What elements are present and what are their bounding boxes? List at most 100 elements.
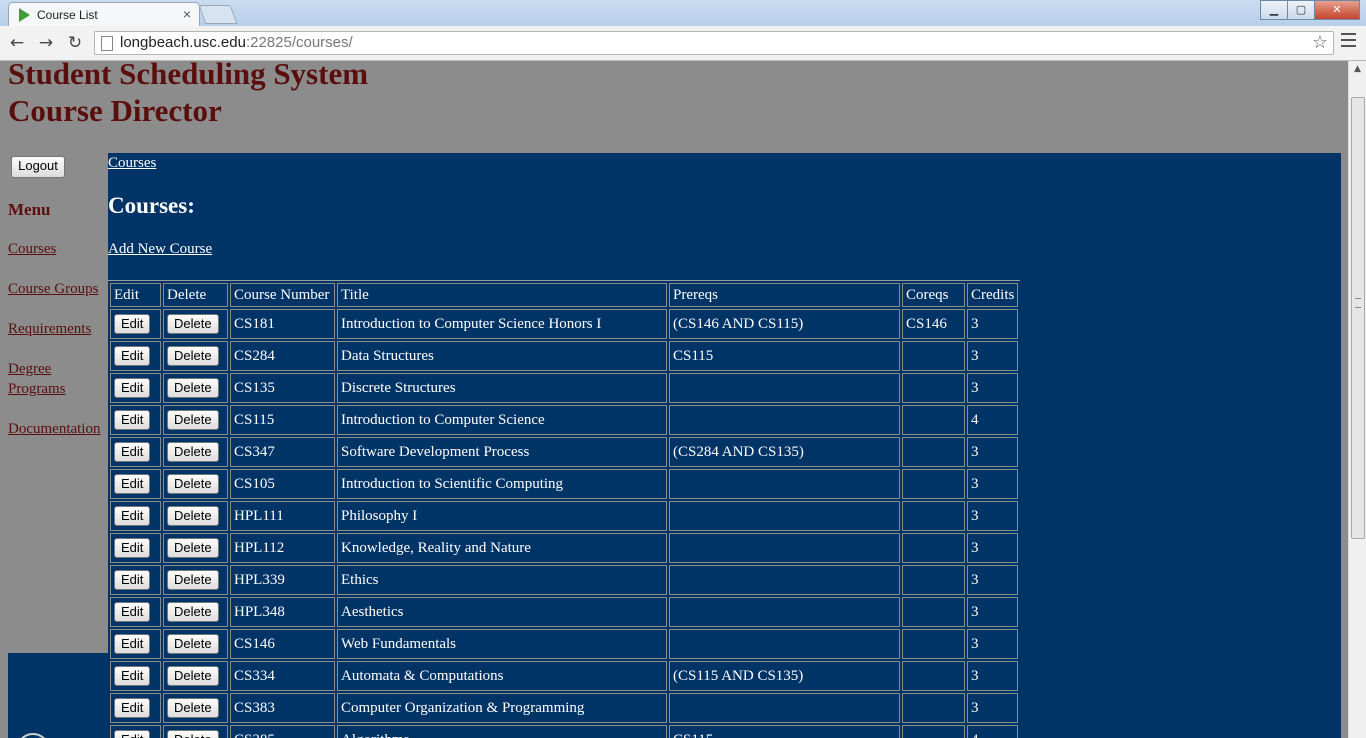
prereqs-cell: (CS284 AND CS135) [669, 437, 900, 467]
col-prereqs: Prereqs [669, 283, 900, 307]
title-cell: Introduction to Computer Science [337, 405, 667, 435]
delete-button[interactable]: Delete [167, 474, 219, 494]
edit-cell: Edit [110, 373, 161, 403]
col-delete: Delete [163, 283, 228, 307]
edit-cell: Edit [110, 725, 161, 738]
prereqs-cell [669, 469, 900, 499]
delete-cell: Delete [163, 469, 228, 499]
edit-button[interactable]: Edit [114, 666, 151, 686]
delete-button[interactable]: Delete [167, 538, 219, 558]
page-scrollbar[interactable]: ▲ [1348, 61, 1366, 738]
table-row: Edit Delete CS385AlgorithmsCS115 4 [110, 725, 1019, 738]
credits-cell: 3 [967, 693, 1019, 723]
edit-button[interactable]: Edit [114, 698, 151, 718]
table-row: Edit Delete CS146 Web Fundamentals 3 [110, 629, 1019, 659]
table-row: Edit Delete HPL112 Knowledge, Reality and N… [110, 533, 1019, 563]
breadcrumb-courses[interactable]: Courses [108, 155, 156, 172]
delete-button[interactable]: Delete [167, 314, 219, 334]
url-text[interactable]: longbeach.usc.edu:22825/courses/ [120, 34, 353, 51]
edit-cell: Edit [110, 693, 161, 723]
prereqs-cell [669, 373, 900, 403]
course-number-cell: CS146 [230, 629, 335, 659]
edit-cell: Edit [110, 501, 161, 531]
delete-cell: Delete [163, 373, 228, 403]
new-tab-button[interactable] [198, 5, 238, 24]
course-number-cell: CS383 [230, 693, 335, 723]
edit-button[interactable]: Edit [114, 634, 151, 654]
back-arrow-icon[interactable]: ← [6, 32, 28, 54]
edit-button[interactable]: Edit [114, 442, 151, 462]
scroll-thumb[interactable] [1351, 97, 1365, 539]
maximize-button[interactable]: ▢ [1287, 0, 1315, 20]
title-cell: Ethics [337, 565, 667, 595]
delete-cell: Delete [163, 341, 228, 371]
delete-button[interactable]: Delete [167, 410, 219, 430]
sidebar-link-documentation[interactable]: Documentation [8, 419, 100, 439]
edit-button[interactable]: Edit [114, 314, 151, 334]
delete-button[interactable]: Delete [167, 634, 219, 654]
prereqs-cell [669, 693, 900, 723]
edit-button[interactable]: Edit [114, 410, 151, 430]
browser-menu-icon[interactable] [1341, 33, 1356, 51]
prereqs-cell: CS115 [669, 341, 900, 371]
credits-cell: 3 [967, 437, 1019, 467]
edit-cell: Edit [110, 469, 161, 499]
edit-button[interactable]: Edit [114, 602, 151, 622]
close-window-button[interactable]: ✕ [1314, 0, 1360, 20]
credits-cell: 3 [967, 341, 1019, 371]
bookmark-star-icon[interactable]: ☆ [1312, 32, 1328, 53]
sidebar-link-degree[interactable]: Degree [8, 359, 51, 379]
delete-button[interactable]: Delete [167, 666, 219, 686]
delete-cell: Delete [163, 501, 228, 531]
sidebar-link-course-groups[interactable]: Course Groups [8, 279, 98, 299]
col-title: Title [337, 283, 667, 307]
edit-button[interactable]: Edit [114, 506, 151, 526]
prereqs-cell [669, 405, 900, 435]
course-number-cell: HPL111 [230, 501, 335, 531]
tab-close-icon[interactable]: × [183, 6, 191, 22]
delete-button[interactable]: Delete [167, 602, 219, 622]
title-cell: Philosophy I [337, 501, 667, 531]
delete-button[interactable]: Delete [167, 698, 219, 718]
sidebar-link-programs[interactable]: Programs [8, 379, 66, 399]
coreqs-cell [902, 693, 965, 723]
reload-icon[interactable]: ↻ [64, 32, 86, 54]
add-new-course-link[interactable]: Add New Course [108, 241, 212, 258]
courses-table-body: Edit Delete CS181 Introduction to Computer … [110, 309, 1019, 738]
delete-button[interactable]: Delete [167, 570, 219, 590]
prereqs-cell: (CS115 AND CS135) [669, 661, 900, 691]
logout-button[interactable]: Logout [11, 156, 65, 178]
minimize-button[interactable]: ▁ [1260, 0, 1288, 20]
window-controls: ▁ ▢ ✕ [1260, 0, 1360, 20]
edit-button[interactable]: Edit [114, 346, 151, 366]
table-row: Edit Delete CS383 Computer Organization & P… [110, 693, 1019, 723]
browser-tab[interactable]: Course List × [8, 2, 200, 27]
scroll-up-arrow-icon[interactable]: ▲ [1349, 61, 1366, 78]
edit-button[interactable]: Edit [114, 474, 151, 494]
delete-button[interactable]: Delete [167, 378, 219, 398]
credits-cell: 4 [967, 405, 1019, 435]
delete-button[interactable]: Delete [167, 346, 219, 366]
coreqs-cell [902, 469, 965, 499]
delete-button[interactable]: Delete [167, 442, 219, 462]
edit-button[interactable]: Edit [114, 378, 151, 398]
delete-button[interactable]: Delete [167, 730, 219, 738]
edit-button[interactable]: Edit [114, 730, 151, 738]
edit-cell: Edit [110, 309, 161, 339]
edit-button[interactable]: Edit [114, 570, 151, 590]
prereqs-cell [669, 501, 900, 531]
delete-button[interactable]: Delete [167, 506, 219, 526]
delete-cell: Delete [163, 437, 228, 467]
delete-cell: Delete [163, 725, 228, 738]
edit-button[interactable]: Edit [114, 538, 151, 558]
page-viewport: Student Scheduling System Course Directo… [0, 61, 1349, 738]
coreqs-cell [902, 661, 965, 691]
page-icon [101, 36, 113, 51]
title-cell: Algorithms [337, 725, 667, 738]
sidebar-link-requirements[interactable]: Requirements [8, 319, 91, 339]
edit-cell: Edit [110, 405, 161, 435]
forward-arrow-icon[interactable]: → [35, 32, 57, 54]
address-bar[interactable]: longbeach.usc.edu:22825/courses/ ☆ [94, 31, 1334, 55]
course-number-cell: CS105 [230, 469, 335, 499]
sidebar-link-courses[interactable]: Courses [8, 239, 56, 259]
